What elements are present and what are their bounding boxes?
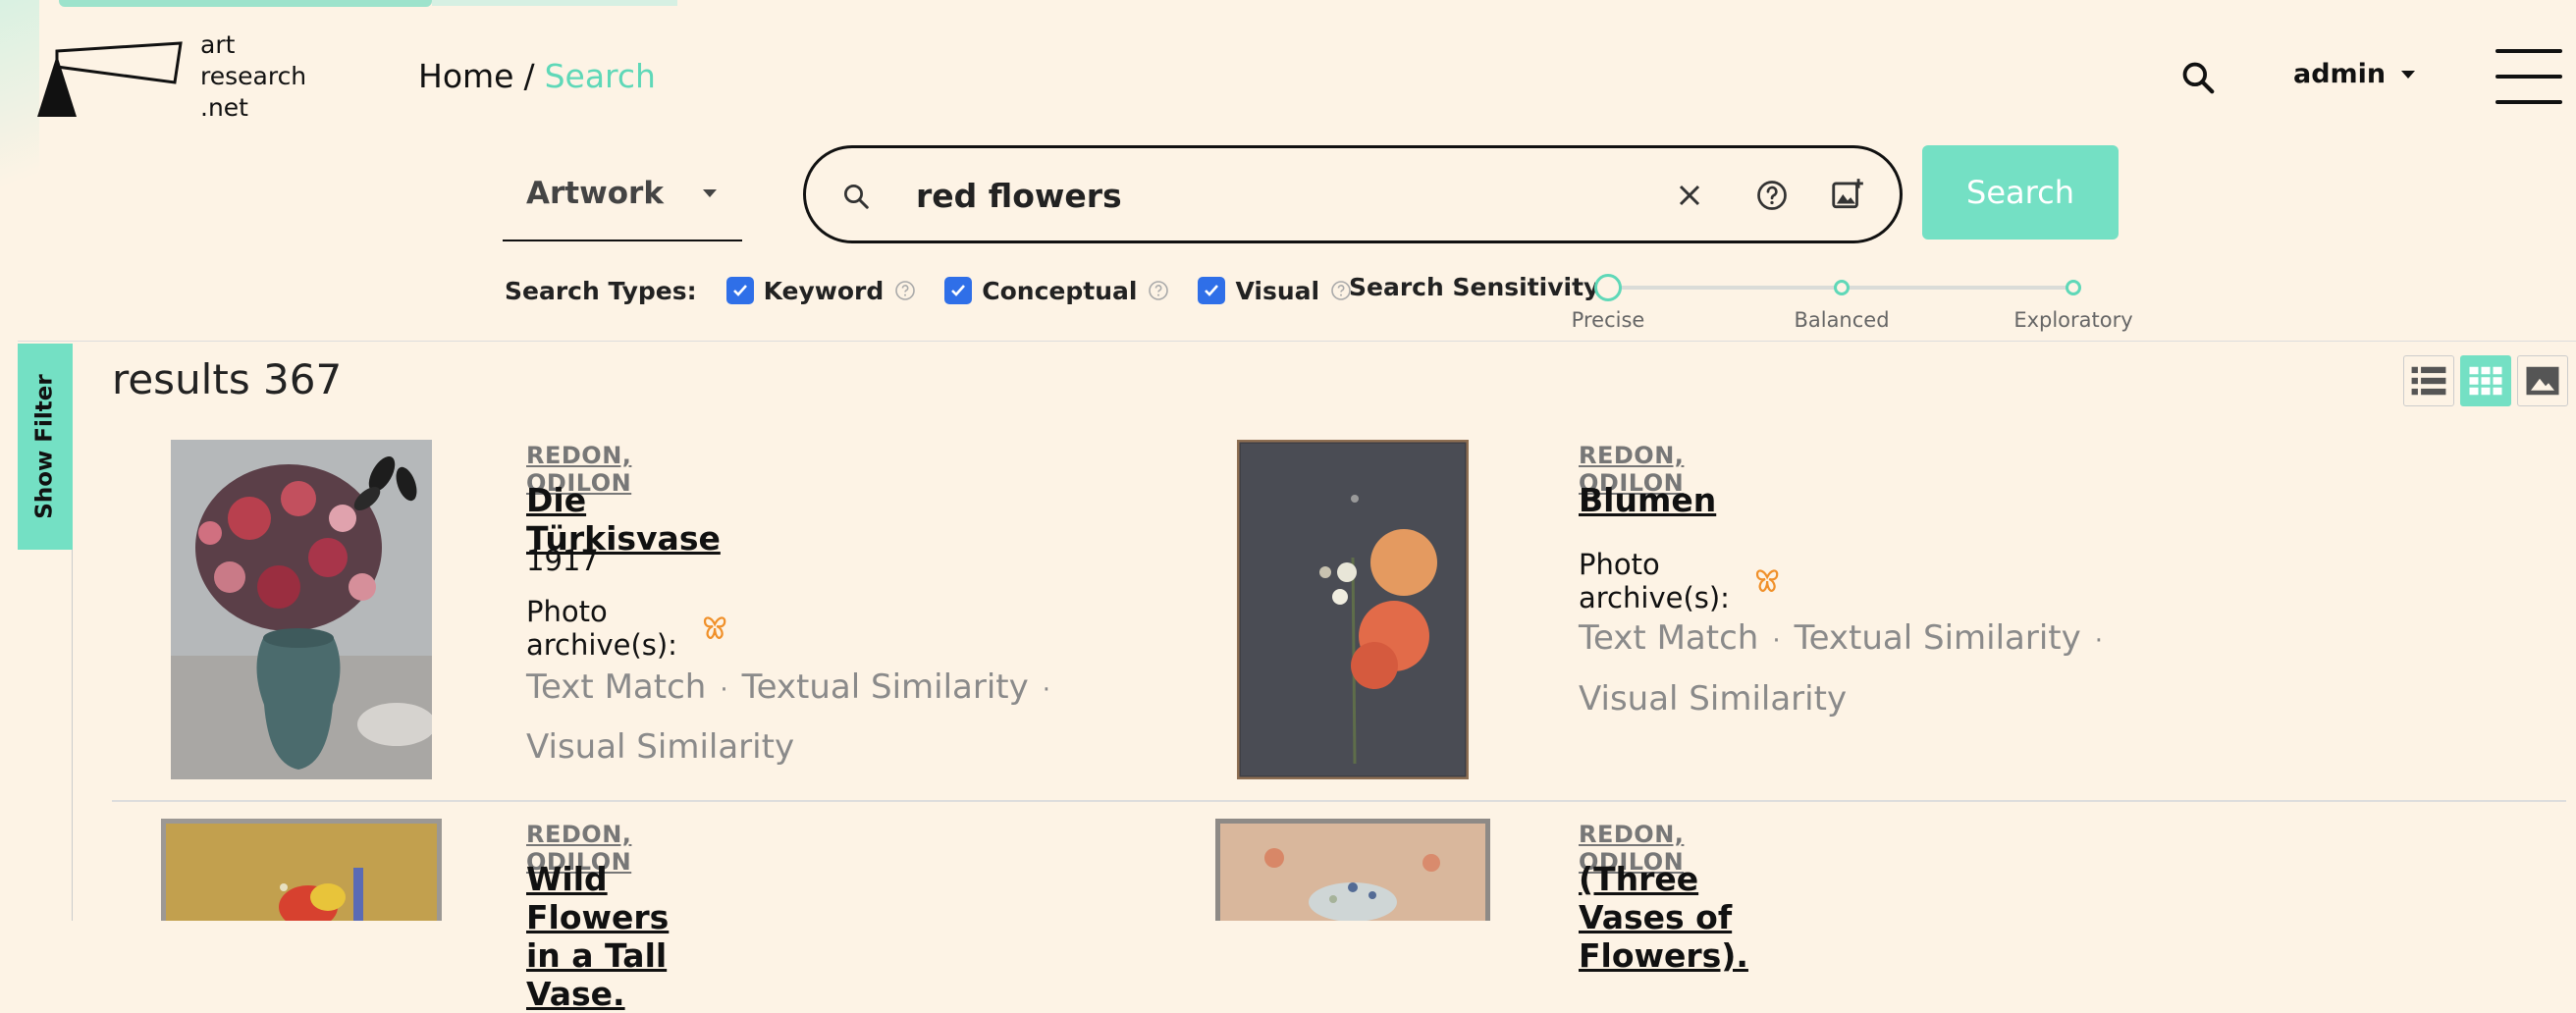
view-toggle <box>2403 355 2568 406</box>
checkmark-icon <box>1205 285 1219 296</box>
artwork-date: 1917 <box>526 544 599 577</box>
match-types: Text Match · Textual Similarity · <box>1579 618 2104 658</box>
artwork-image-turquoise-vase <box>171 440 432 779</box>
textual-similarity-tag: Textual Similarity <box>741 667 1029 707</box>
top-accent-bar <box>59 0 432 7</box>
artwork-title-link[interactable]: Blumen <box>1579 481 1716 519</box>
keyword-checkbox[interactable] <box>725 277 754 304</box>
help-icon[interactable] <box>893 279 917 302</box>
breadcrumb: Home / Search <box>418 57 656 95</box>
sensitivity-label-exploratory: Exploratory <box>2013 308 2133 332</box>
help-icon[interactable] <box>1147 279 1170 302</box>
site-logo[interactable]: art research .net <box>35 29 330 124</box>
artwork-image-blumen <box>1237 440 1469 779</box>
artwork-thumbnail[interactable] <box>1215 819 1490 921</box>
logo-line-research: research <box>200 62 307 90</box>
divider <box>18 341 2576 342</box>
search-icon <box>841 182 871 215</box>
conceptual-checkbox[interactable] <box>944 277 973 304</box>
match-types-cont: Visual Similarity <box>526 727 794 767</box>
keyword-label: Keyword <box>763 276 885 305</box>
breadcrumb-current: Search <box>544 57 656 95</box>
top-accent-bar-light <box>432 0 677 6</box>
search-type-keyword[interactable]: Keyword <box>725 276 918 305</box>
photo-archive-icon[interactable] <box>703 609 726 648</box>
photo-archive-icon[interactable] <box>1755 561 1779 601</box>
search-types-row: Search Types: Keyword Conceptual Visual <box>505 271 1380 310</box>
artwork-thumbnail[interactable] <box>171 440 432 779</box>
logo-megaphone-icon <box>37 41 183 117</box>
visual-similarity-tag: Visual Similarity <box>1579 679 1848 719</box>
photo-archive-label: Photo archive(s): <box>1579 548 1730 614</box>
show-filter-tab[interactable]: Show Filter <box>18 344 73 550</box>
text-match-tag: Text Match <box>1579 618 1759 658</box>
visual-label: Visual <box>1235 276 1320 305</box>
hamburger-menu-icon[interactable] <box>2496 49 2562 104</box>
list-view-button[interactable] <box>2403 355 2454 406</box>
sidebar-edge <box>72 550 73 921</box>
search-types-label: Search Types: <box>505 276 697 305</box>
artwork-title-link[interactable]: (Three Vases of Flowers). <box>1579 860 1748 975</box>
clear-icon[interactable] <box>1672 178 1707 213</box>
chevron-down-icon <box>2401 70 2416 79</box>
corner-decoration <box>0 0 39 255</box>
photo-archive-row: Photo archive(s): <box>526 595 726 662</box>
sensitivity-stop-balanced[interactable] <box>1834 280 1850 295</box>
match-types-cont: Visual Similarity <box>1579 679 1847 719</box>
photo-archive-label: Photo archive(s): <box>526 595 677 662</box>
sensitivity-label-balanced: Balanced <box>1794 308 1890 332</box>
textual-similarity-tag: Textual Similarity <box>1794 618 2081 658</box>
artwork-title-link[interactable]: Wild Flowers in a Tall Vase. <box>526 860 669 1013</box>
sensitivity-label-precise: Precise <box>1571 308 1645 332</box>
grid-view-button[interactable] <box>2460 355 2511 406</box>
breadcrumb-separator: / <box>523 57 535 95</box>
search-type-conceptual[interactable]: Conceptual <box>944 277 1170 305</box>
result-row-divider <box>112 800 2566 802</box>
show-filter-label: Show Filter <box>32 374 59 519</box>
match-types: Text Match · Textual Similarity · <box>526 667 1051 707</box>
search-box <box>803 145 1903 243</box>
search-input[interactable] <box>916 170 1603 221</box>
artwork-image-three-vases <box>1215 819 1490 921</box>
header-search-icon[interactable] <box>2179 59 2217 96</box>
artwork-thumbnail[interactable] <box>161 819 442 921</box>
search-type-select[interactable]: Artwork <box>503 147 742 241</box>
list-view-icon <box>2411 366 2446 396</box>
image-view-button[interactable] <box>2517 355 2568 406</box>
logo-line-art: art <box>200 30 236 59</box>
checkmark-icon <box>951 285 966 296</box>
breadcrumb-home[interactable]: Home <box>418 57 513 95</box>
search-button[interactable]: Search <box>1922 145 2119 240</box>
user-menu[interactable]: admin <box>2293 59 2416 89</box>
photo-archive-row: Photo archive(s): <box>1579 548 1779 614</box>
image-search-icon[interactable] <box>1829 176 1866 213</box>
logo-text: art research .net <box>200 29 306 124</box>
conceptual-label: Conceptual <box>982 276 1138 305</box>
chevron-down-icon <box>703 189 717 197</box>
logo-line-net: .net <box>200 93 248 122</box>
grid-view-icon <box>2469 366 2502 396</box>
visual-similarity-tag: Visual Similarity <box>526 727 795 767</box>
user-name: admin <box>2293 59 2387 89</box>
help-icon[interactable] <box>1754 178 1790 213</box>
sensitivity-stop-exploratory[interactable] <box>2066 280 2081 295</box>
text-match-tag: Text Match <box>526 667 707 707</box>
results-count: results 367 <box>112 355 343 403</box>
artwork-thumbnail[interactable] <box>1237 440 1469 779</box>
image-view-icon <box>2526 366 2559 396</box>
sensitivity-slider-handle[interactable] <box>1594 274 1622 301</box>
search-type-visual[interactable]: Visual <box>1198 277 1353 305</box>
artwork-image-wild-flowers <box>161 819 442 921</box>
search-type-value: Artwork <box>526 176 664 211</box>
visual-checkbox[interactable] <box>1198 277 1226 304</box>
search-sensitivity-label: Search Sensitivity: <box>1349 273 1610 301</box>
checkmark-icon <box>732 285 747 296</box>
